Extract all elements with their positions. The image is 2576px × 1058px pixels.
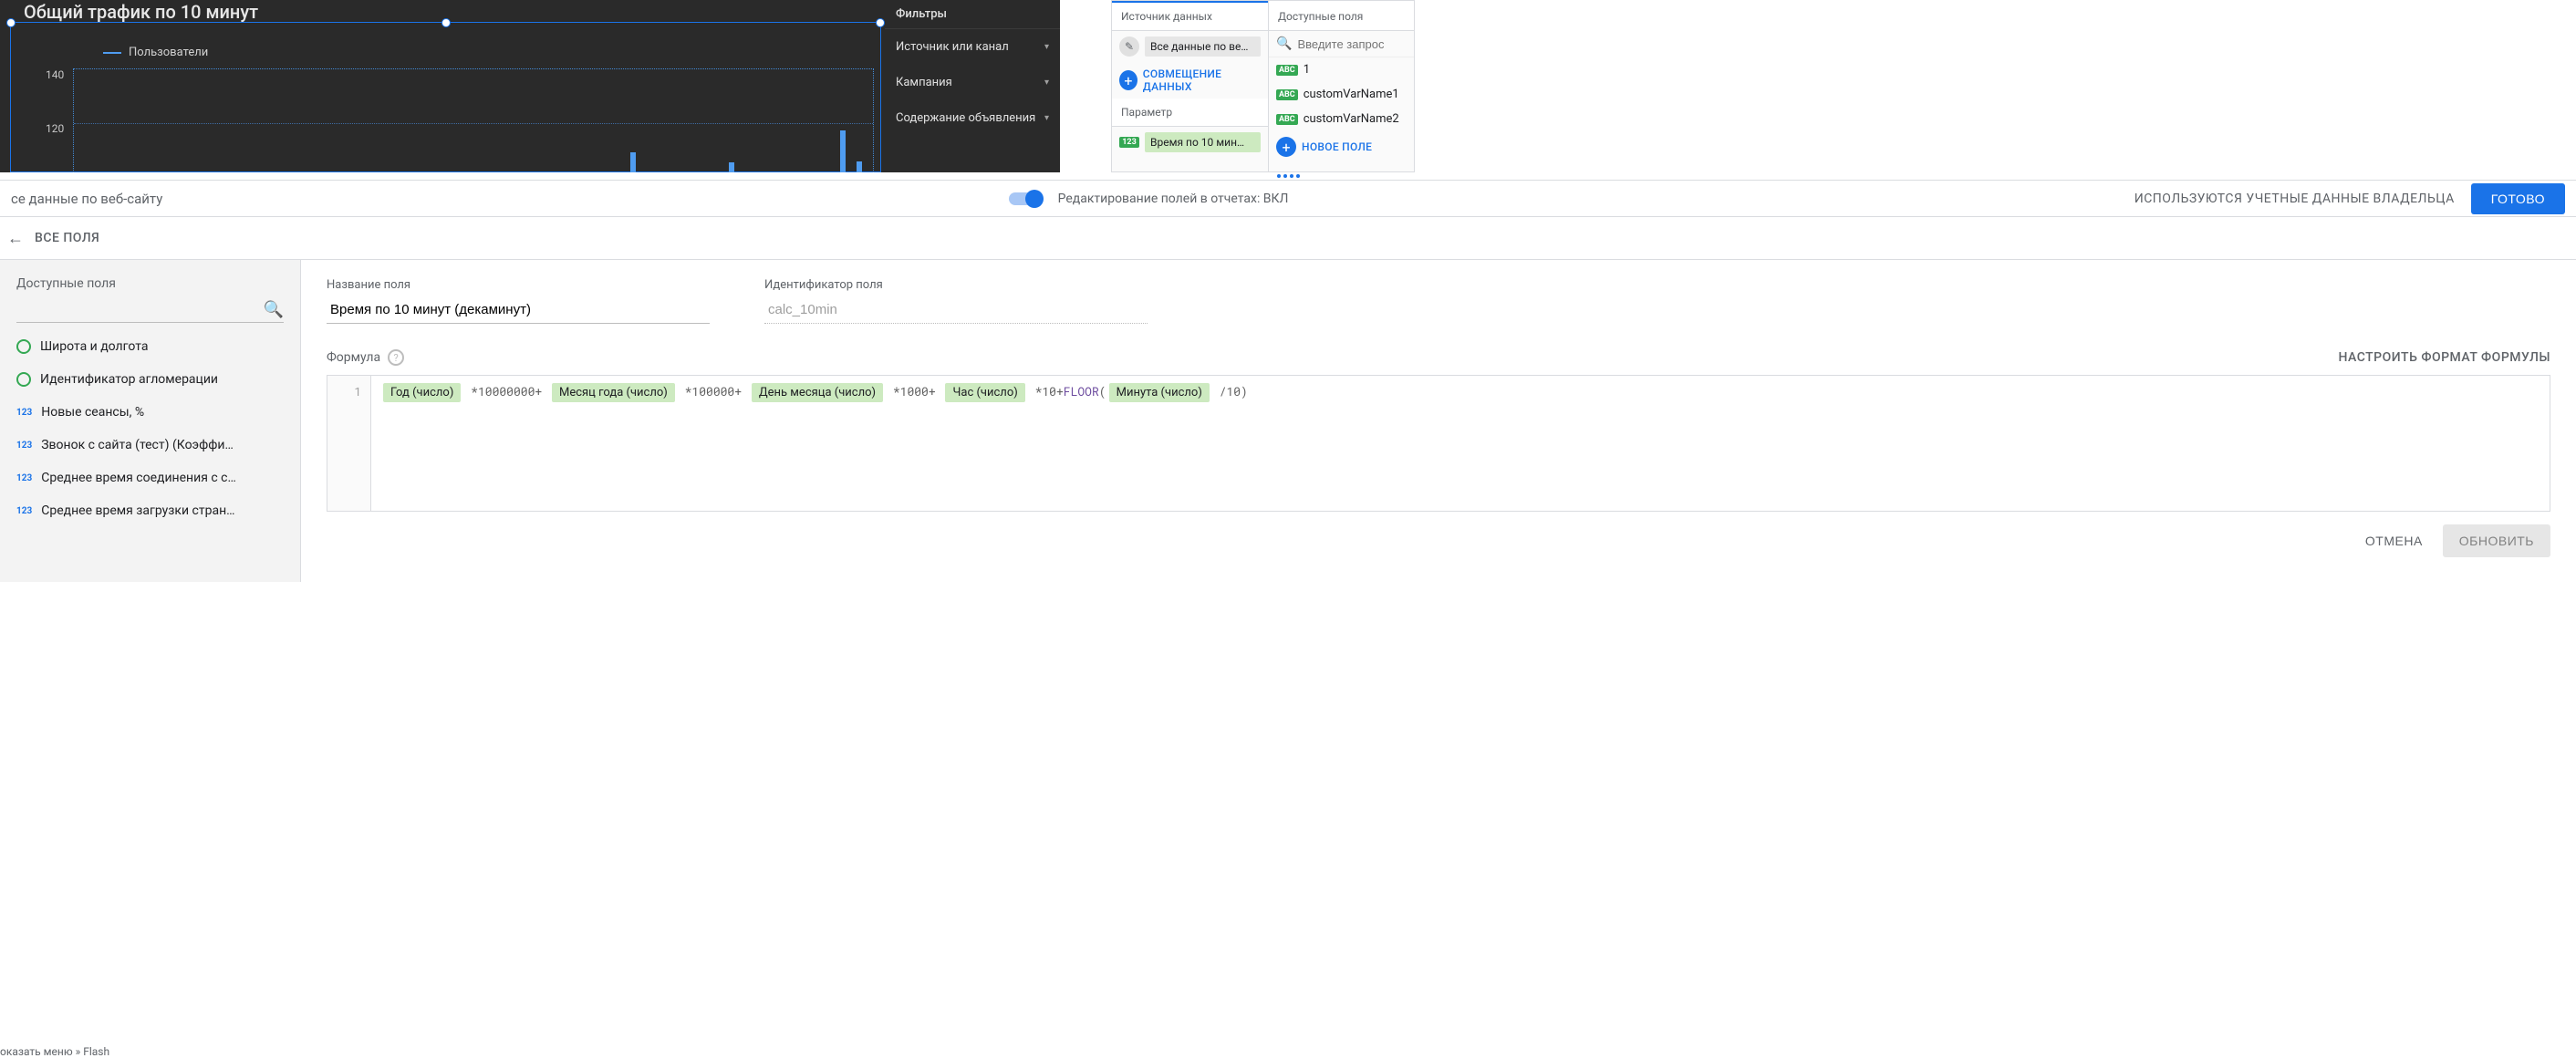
field-id-label: Идентификатор поля [764,278,1148,292]
token-minute[interactable]: Минута (число) [1109,383,1210,402]
formula-editor[interactable]: 1 Год (число) *10000000+ Месяц года (чис… [327,375,2550,512]
format-formula-link[interactable]: НАСТРОИТЬ ФОРМАТ ФОРМУЛЫ [2338,350,2550,365]
token-day[interactable]: День месяца (число) [752,383,883,402]
chart-title: Общий трафик по 10 минут [24,1,258,23]
text-type-icon: ABC [1276,65,1298,76]
sidebar-title: Доступные поля [0,260,300,296]
field-list-item[interactable]: 123Среднее время соединения с с… [0,462,300,494]
filter-source[interactable]: Источник или канал▾ [885,29,1060,65]
update-button[interactable]: ОБНОВИТЬ [2443,524,2550,557]
globe-icon [16,372,31,387]
token-floor-fn: FLOOR [1064,383,1099,399]
number-type-icon: 123 [16,473,32,483]
filters-panel: Фильтры Источник или канал▾ Кампания▾ Со… [885,0,1060,172]
field-name-label: Название поля [327,278,710,292]
field-list-item[interactable]: Широта и долгота [0,330,300,363]
field-list-item[interactable]: 123Среднее время загрузки стран… [0,494,300,527]
dimension-chip[interactable]: Время по 10 мин… [1145,132,1261,152]
globe-icon [16,339,31,354]
cancel-button[interactable]: ОТМЕНА [2365,534,2423,548]
field-list-item[interactable]: 123Новые сеансы, % [0,396,300,429]
text-type-icon: ABC [1276,114,1298,125]
data-source-name: се данные по веб-сайту [11,191,162,207]
text-type-icon: ABC [1276,89,1298,100]
sidebar-search-input[interactable] [16,296,264,322]
edit-fields-toggle[interactable] [1009,192,1042,205]
search-fields-input[interactable] [1297,37,1407,51]
param-heading: Параметр [1112,99,1268,127]
all-fields-link[interactable]: ВСЕ ПОЛЯ [35,231,99,245]
toggle-label: Редактирование полей в отчетах: ВКЛ [1058,192,1289,206]
done-button[interactable]: ГОТОВО [2471,183,2565,214]
footer-hint: оказать меню » Flash [0,1045,109,1058]
filter-campaign[interactable]: Кампания▾ [885,65,1060,100]
token-year[interactable]: Год (число) [383,383,461,402]
data-source-panel: Источник данных ✎ Все данные по ве… + СО… [1111,0,1269,172]
available-fields-heading: Доступные поля [1269,1,1414,31]
field-list-item[interactable]: Идентификатор агломерации [0,363,300,396]
edit-data-source-icon[interactable]: ✎ [1119,36,1139,57]
field-item[interactable]: ABCcustomVarName2 [1269,107,1414,131]
blend-data-button[interactable]: + [1119,70,1137,90]
number-type-icon: 123 [16,506,32,516]
chevron-down-icon: ▾ [1044,42,1049,52]
search-icon[interactable]: 🔍 [264,300,284,319]
number-type-icon: 123 [16,408,32,418]
field-id-input [764,297,1148,324]
field-name-input[interactable] [327,297,710,324]
new-field-button[interactable]: + [1276,137,1296,157]
token-month[interactable]: Месяц года (число) [552,383,675,402]
selection-handle-tl[interactable] [6,18,16,27]
filters-title: Фильтры [885,0,1060,28]
number-type-icon: 123 [16,441,32,451]
selection-handle-tc[interactable] [441,18,451,27]
data-source-heading: Источник данных [1112,1,1268,31]
selection-handle-tr[interactable] [876,18,885,27]
token-hour[interactable]: Час (число) [945,383,1024,402]
line-number: 1 [327,376,371,511]
help-icon[interactable]: ? [388,349,404,366]
field-item[interactable]: ABC1 [1269,57,1414,82]
chevron-down-icon: ▾ [1044,78,1049,88]
number-type-icon: 123 [1119,137,1139,148]
drag-handle[interactable] [0,172,2576,180]
back-arrow-icon[interactable]: ← [7,229,24,248]
data-source-chip[interactable]: Все данные по ве… [1145,36,1261,57]
formula-label: Формула [327,350,380,365]
new-field-label[interactable]: НОВОЕ ПОЛЕ [1302,140,1372,153]
blend-data-label[interactable]: СОВМЕЩЕНИЕ ДАННЫХ [1143,67,1261,93]
filter-ad-content[interactable]: Содержание объявления▾ [885,100,1060,136]
chevron-down-icon: ▾ [1044,113,1049,123]
search-icon: 🔍 [1276,36,1292,51]
field-item[interactable]: ABCcustomVarName1 [1269,82,1414,107]
field-list-item[interactable]: 123Звонок с сайта (тест) (Коэффи… [0,429,300,462]
chart-area[interactable]: Общий трафик по 10 минут Пользователи 14… [0,0,885,172]
available-fields-panel: Доступные поля 🔍 ABC1 ABCcustomVarName1 … [1269,0,1415,172]
fields-sidebar: Доступные поля 🔍 Широта и долгота Иденти… [0,260,301,582]
owner-credentials-label: ИСПОЛЬЗУЮТСЯ УЧЕТНЫЕ ДАННЫЕ ВЛАДЕЛЬЦА [2135,192,2455,206]
